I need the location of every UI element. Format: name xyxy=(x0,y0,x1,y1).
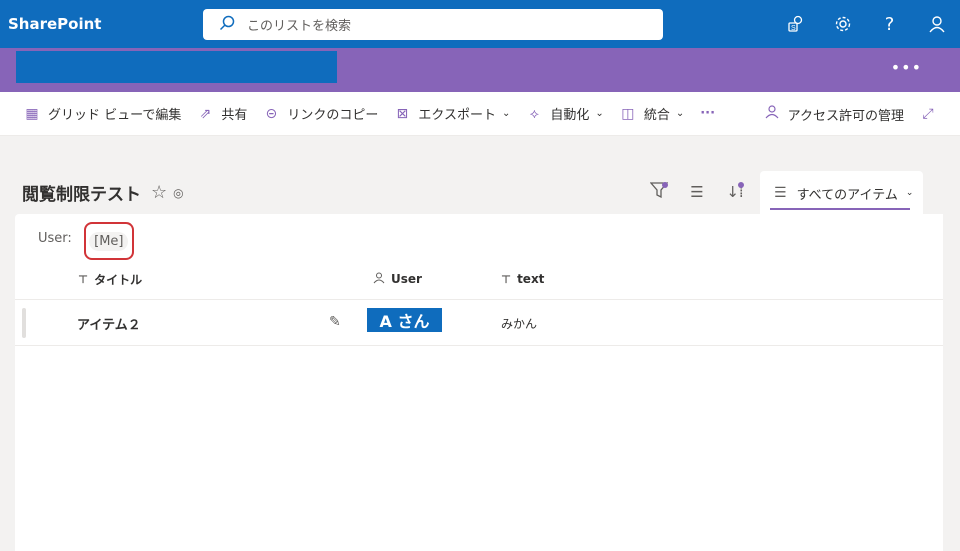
more-commands-button[interactable]: ··· xyxy=(692,92,723,136)
filter-button[interactable] xyxy=(640,172,678,212)
expand-button[interactable]: ⤢ xyxy=(912,92,960,136)
help-icon[interactable]: ? xyxy=(866,0,913,48)
site-more-icon[interactable]: ••• xyxy=(891,58,922,77)
column-text-label: text xyxy=(517,272,545,286)
site-title-redacted[interactable] xyxy=(16,51,337,83)
sync-status-icon[interactable]: ◎ xyxy=(173,186,183,200)
list-icon: ☰ xyxy=(690,183,704,201)
sharepoint-app-icon[interactable]: S xyxy=(772,0,819,48)
row-user[interactable]: A さん xyxy=(367,308,442,332)
export-label: エクスポート xyxy=(418,108,497,123)
row-select-handle[interactable] xyxy=(22,308,26,338)
sort-active-dot xyxy=(738,182,744,188)
chevron-down-icon: ⌄ xyxy=(595,108,604,119)
list-card: User: [Me] ⊤ タイトル User ⊤ text アイテム２ ✎ A … xyxy=(15,214,943,551)
chevron-down-icon: ⌄ xyxy=(675,108,685,119)
column-title-label: タイトル xyxy=(94,272,143,287)
link-icon: ⊝ xyxy=(265,105,278,122)
person-icon xyxy=(764,105,780,123)
list-header: 閲覧制限テスト ☆ ◎ xyxy=(22,180,184,205)
integrate-label: 統合 xyxy=(643,108,670,123)
settings-icon[interactable] xyxy=(819,0,866,48)
export-button[interactable]: ⊠ エクスポート ⌄ xyxy=(386,92,518,136)
share-icon: ⇗ xyxy=(199,105,212,122)
account-icon[interactable] xyxy=(913,0,960,48)
share-button[interactable]: ⇗ 共有 xyxy=(189,92,255,136)
filter-active-dot xyxy=(662,182,668,188)
row-text: みかん xyxy=(501,316,538,331)
list-title: 閲覧制限テスト xyxy=(22,185,141,205)
excel-icon: ⊠ xyxy=(396,105,409,122)
search-box[interactable]: このリストを検索 xyxy=(203,9,663,40)
highlight-box: [Me] xyxy=(83,222,134,260)
more-icon: ··· xyxy=(700,106,716,121)
suite-bar: SharePoint このリストを検索 S ? xyxy=(0,0,960,48)
automate-button[interactable]: ⟡ 自動化 ⌄ xyxy=(518,92,611,136)
app-brand[interactable]: SharePoint xyxy=(8,15,203,33)
copy-link-label: リンクのコピー xyxy=(287,108,379,123)
search-placeholder[interactable]: このリストを検索 xyxy=(247,15,351,34)
view-underline xyxy=(770,208,910,210)
expand-icon: ⤢ xyxy=(922,106,934,122)
search-icon xyxy=(219,15,235,35)
share-label: 共有 xyxy=(221,108,248,123)
column-user[interactable]: User xyxy=(373,258,422,300)
column-text[interactable]: ⊤ text xyxy=(501,258,544,300)
integrate-button[interactable]: ◫ 統合 ⌄ xyxy=(612,92,692,136)
chevron-down-icon: ⌄ xyxy=(502,108,511,119)
automate-label: 自動化 xyxy=(550,108,590,123)
text-column-icon: ⊤ xyxy=(78,272,89,286)
view-picker[interactable]: ☰ すべてのアイテム ⌄ xyxy=(760,171,923,215)
chevron-down-icon: ⌄ xyxy=(905,188,914,198)
flow-icon: ⟡ xyxy=(529,105,540,122)
integrate-icon: ◫ xyxy=(621,105,635,122)
column-title[interactable]: ⊤ タイトル xyxy=(78,258,142,300)
table-row[interactable]: アイテム２ ✎ A さん みかん xyxy=(15,300,943,346)
copy-link-button[interactable]: ⊝ リンクのコピー xyxy=(255,92,386,136)
pin-icon[interactable]: ✎ xyxy=(329,314,341,330)
manage-access-button[interactable]: アクセス許可の管理 xyxy=(756,92,912,136)
manage-access-label: アクセス許可の管理 xyxy=(787,108,904,124)
filter-pills: User: [Me] xyxy=(38,222,134,260)
grid-edit-button[interactable]: ▦ グリッド ビューで編集 xyxy=(16,92,189,136)
command-bar: ▦ グリッド ビューで編集 ⇗ 共有 ⊝ リンクのコピー ⊠ エクスポート ⌄ … xyxy=(0,92,960,136)
person-column-icon xyxy=(373,272,385,287)
grid-icon: ▦ xyxy=(25,105,39,122)
sort-button[interactable]: ↓⁞ xyxy=(716,172,754,212)
view-lines-icon: ☰ xyxy=(774,185,787,201)
grid-edit-label: グリッド ビューで編集 xyxy=(48,108,182,123)
favorite-star-icon[interactable]: ☆ xyxy=(151,182,167,203)
filter-label: User: xyxy=(38,230,72,246)
view-tools: ☰ ↓⁞ xyxy=(640,172,754,212)
svg-text:S: S xyxy=(791,25,796,32)
column-user-label: User xyxy=(391,272,422,286)
row-title[interactable]: アイテム２ xyxy=(77,300,141,346)
view-name: すべてのアイテム xyxy=(796,187,898,203)
group-button[interactable]: ☰ xyxy=(678,172,716,212)
site-header: ••• xyxy=(0,48,960,92)
filter-pill[interactable]: [Me] xyxy=(89,231,129,251)
text-column-icon: ⊤ xyxy=(501,272,512,286)
column-header-row: ⊤ タイトル User ⊤ text xyxy=(15,258,943,300)
